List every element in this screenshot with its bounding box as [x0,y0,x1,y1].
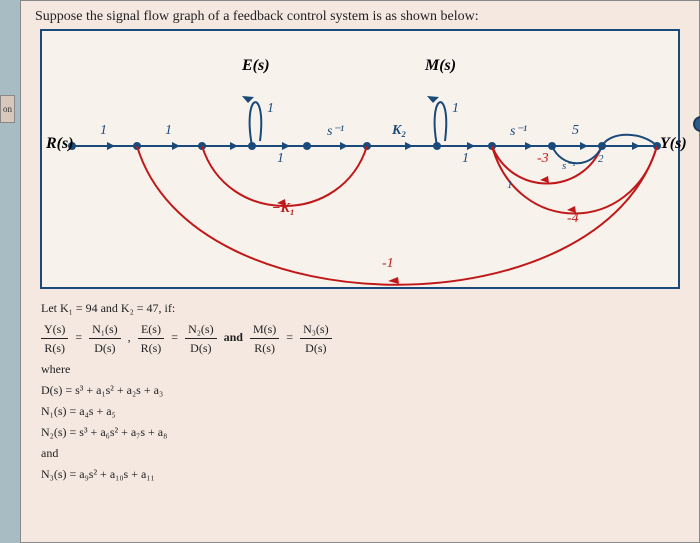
edge-afterM: 1 [462,151,469,167]
edge-selfE: 1 [267,101,274,117]
frac-ER: E(s) R(s) [138,320,165,357]
signal-flow-graph: R(s) Y(s) E(s) M(s) 1 1 1 1 s⁻¹ K₂ 1 1 s… [40,29,680,289]
frac-MR: M(s) R(s) [250,320,279,357]
edge-1a: 1 [100,123,107,139]
N1s-eq: N₁(s) = a₄s + a₅ [41,402,685,420]
edge-1b: 1 [165,123,172,139]
equations-block: Let K₁ = 94 and K₂ = 47, if: Y(s) R(s) =… [35,299,685,483]
edge-inner-1: 1 [507,179,513,191]
frac-N1D: N₁(s) D(s) [89,320,121,357]
edge-minus1: -1 [382,256,394,272]
edge-s1b: s⁻¹ [510,123,527,140]
frac-N3D: N₃(s) D(s) [300,320,332,357]
side-tab: on [0,95,15,123]
frac-YR: Y(s) R(s) [41,320,68,357]
edge-minus4: -4 [567,211,579,227]
edge-selfM: 1 [452,101,459,117]
edge-afterE: 1 [277,151,284,167]
edge-K2: K₂ [392,123,406,139]
label-Y: Y(s) [660,135,687,153]
sfg-svg [42,31,682,291]
edge-minus3: -3 [537,151,549,167]
and2-label: and [41,444,685,462]
frac-N2D: N₂(s) D(s) [185,320,217,357]
problem-statement: Suppose the signal flow graph of a feedb… [35,9,685,25]
edge-minusK1: −K₁ [272,201,295,217]
N2s-eq: N₂(s) = s³ + a₆s² + a₇s + a₈ [41,423,685,441]
label-M: M(s) [425,57,456,75]
edge-inner-2: 2 [598,153,604,165]
edge-5: 5 [572,123,579,139]
label-R: R(s) [46,135,74,153]
Ds-eq: D(s) = s³ + a₁s² + a₂s + a₃ [41,381,685,399]
page-container: Suppose the signal flow graph of a feedb… [20,0,700,543]
let-line: Let K₁ = 94 and K₂ = 47, if: [41,299,685,317]
edge-s1a: s⁻¹ [327,123,344,140]
tf-equations: Y(s) R(s) = N₁(s) D(s) , E(s) R(s) = N₂(… [41,320,685,357]
label-E: E(s) [242,57,270,75]
right-marker-icon [693,116,700,132]
edge-inner-s: s⁻¹ [562,159,575,172]
N3s-eq: N₃(s) = a₉s² + a₁₀s + a₁₁ [41,465,685,483]
where-label: where [41,360,685,378]
